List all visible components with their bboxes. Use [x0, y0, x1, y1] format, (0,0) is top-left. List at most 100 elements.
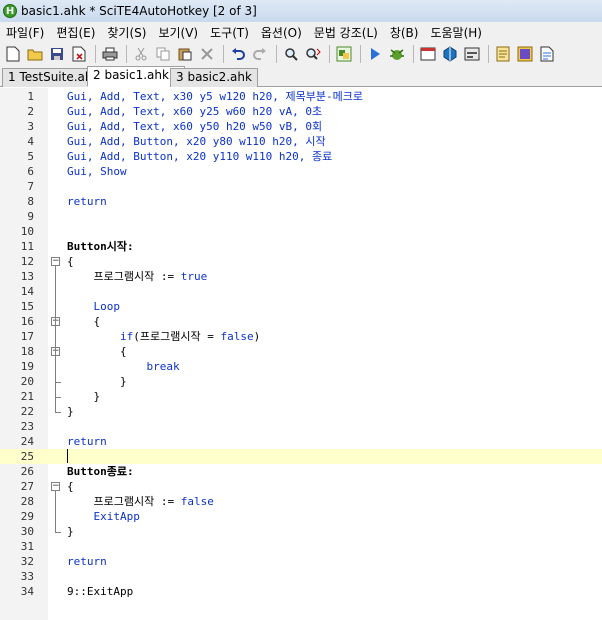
code-line[interactable]: 6 Gui, Show	[0, 164, 602, 179]
menu-item[interactable]: 보기(V)	[152, 24, 204, 41]
code-line[interactable]: 24 return	[0, 434, 602, 449]
line-number: 21	[20, 390, 34, 403]
code-line[interactable]: 14	[0, 284, 602, 299]
line-number: 8	[27, 195, 34, 208]
code-line[interactable]: 31	[0, 539, 602, 554]
code-line[interactable]: 5 Gui, Add, Button, x20 y110 w110 h20, 종료	[0, 149, 602, 164]
fold-end-marker	[55, 412, 61, 413]
run-icon[interactable]	[365, 44, 385, 64]
code-line[interactable]: 16 {	[0, 314, 602, 329]
new-file-icon[interactable]	[3, 44, 23, 64]
code-line[interactable]: 30}	[0, 524, 602, 539]
fold-toggle-icon[interactable]: −	[51, 257, 60, 266]
code-text: Gui, Add, Text, x60 y50 h20 w50 vB, 0회	[67, 120, 323, 133]
keyword-token: false	[220, 330, 254, 343]
code-line[interactable]: 20 }	[0, 374, 602, 389]
code-text: return	[67, 555, 107, 568]
line-number: 9	[27, 210, 34, 223]
line-number: 23	[20, 420, 34, 433]
code-line[interactable]: 15 Loop	[0, 299, 602, 314]
compile-icon[interactable]	[334, 44, 354, 64]
open-folder-icon[interactable]	[25, 44, 45, 64]
redo-icon[interactable]	[250, 44, 270, 64]
toolbar-separator	[95, 45, 96, 63]
code-line[interactable]: 12 {	[0, 254, 602, 269]
code-line[interactable]: 9	[0, 209, 602, 224]
code-text: Gui, Show	[67, 165, 127, 178]
code-text: 9::ExitApp	[67, 585, 134, 598]
close-file-icon[interactable]	[69, 44, 89, 64]
line-number: 29	[20, 510, 34, 523]
settings-window-icon[interactable]	[462, 44, 482, 64]
code-line[interactable]: 18 {	[0, 344, 602, 359]
menu-item[interactable]: 도움말(H)	[424, 24, 488, 41]
line-number: 7	[27, 180, 34, 193]
replace-icon[interactable]	[303, 44, 323, 64]
code-line[interactable]: 29 ExitApp	[0, 509, 602, 524]
text-token: )	[253, 330, 261, 343]
color-picker-icon[interactable]	[440, 44, 460, 64]
copy-icon[interactable]	[153, 44, 173, 64]
doc-icon[interactable]	[537, 44, 557, 64]
menu-item[interactable]: 도구(T)	[204, 24, 255, 41]
code-line[interactable]: 19 break	[0, 359, 602, 374]
code-text: {	[67, 480, 74, 493]
code-line[interactable]: 25	[0, 449, 602, 464]
save-icon[interactable]	[47, 44, 67, 64]
delete-icon[interactable]	[197, 44, 217, 64]
code-line[interactable]: 1 Gui, Add, Text, x30 y5 w120 h20, 제목부분-메…	[0, 89, 602, 104]
code-line[interactable]: 4 Gui, Add, Button, x20 y80 w110 h20, 시작	[0, 134, 602, 149]
line-number: 16	[20, 315, 34, 328]
menu-item[interactable]: 편집(E)	[50, 24, 101, 41]
code-editor[interactable]: 1 Gui, Add, Text, x30 y5 w120 h20, 제목부분-메…	[0, 88, 602, 620]
line-number: 33	[20, 570, 34, 583]
line-number: 4	[27, 135, 34, 148]
line-number: 3	[27, 120, 34, 133]
tab-file[interactable]: 3 basic2.ahk	[170, 68, 258, 87]
window-spy-icon[interactable]	[418, 44, 438, 64]
code-line[interactable]: 2 Gui, Add, Text, x60 y25 w60 h20 vA, 0초	[0, 104, 602, 119]
code-line[interactable]: 28 프로그램시작 := false	[0, 494, 602, 509]
undo-icon[interactable]	[228, 44, 248, 64]
find-icon[interactable]	[281, 44, 301, 64]
code-line[interactable]: 21 }	[0, 389, 602, 404]
menu-item[interactable]: 창(B)	[384, 24, 425, 41]
menu-item[interactable]: 문법 강조(L)	[308, 24, 384, 41]
line-number: 22	[20, 405, 34, 418]
code-line[interactable]: 23	[0, 419, 602, 434]
code-line[interactable]: 26 Button종료:	[0, 464, 602, 479]
paste-icon[interactable]	[175, 44, 195, 64]
code-line[interactable]: 34 9::ExitApp	[0, 584, 602, 599]
print-icon[interactable]	[100, 44, 120, 64]
tab-bar: 1 TestSuite.ahk 2 basic1.ahk * 3 basic2.ah…	[0, 66, 602, 87]
menu-bar: 파일(F) 편집(E) 찾기(S) 보기(V) 도구(T) 옵션(O) 문법 강조(L) 창(…	[0, 22, 602, 42]
fold-end-marker	[55, 532, 61, 533]
code-line[interactable]: 17 if(프로그램시작 = false)	[0, 329, 602, 344]
code-line[interactable]: 33	[0, 569, 602, 584]
line-number: 13	[20, 270, 34, 283]
script-editor-icon[interactable]	[493, 44, 513, 64]
code-line[interactable]: 11 Button시작:	[0, 239, 602, 254]
code-text: Gui, Add, Button, x20 y80 w110 h20, 시작	[67, 135, 326, 148]
code-line[interactable]: 10	[0, 224, 602, 239]
code-line[interactable]: 13 프로그램시작 := true	[0, 269, 602, 284]
code-line[interactable]: 7	[0, 179, 602, 194]
title-bar: H basic1.ahk * SciTE4AutoHotkey [2 of 3]	[0, 0, 602, 22]
debug-icon[interactable]	[387, 44, 407, 64]
line-number: 19	[20, 360, 34, 373]
code-line[interactable]: 32 return	[0, 554, 602, 569]
menu-item[interactable]: 옵션(O)	[255, 24, 308, 41]
menu-item[interactable]: 파일(F)	[0, 24, 50, 41]
line-number: 2	[27, 105, 34, 118]
code-line[interactable]: 3 Gui, Add, Text, x60 y50 h20 w50 vB, 0회	[0, 119, 602, 134]
toolbar-separator	[126, 45, 127, 63]
fold-toggle-icon[interactable]: −	[51, 482, 60, 491]
help-book-icon[interactable]	[515, 44, 535, 64]
cut-icon[interactable]	[131, 44, 151, 64]
code-line[interactable]: 27 {	[0, 479, 602, 494]
code-line[interactable]: 22}	[0, 404, 602, 419]
menu-item[interactable]: 찾기(S)	[101, 24, 152, 41]
code-text: Gui, Add, Text, x60 y25 w60 h20 vA, 0초	[67, 105, 323, 118]
code-line[interactable]: 8 return	[0, 194, 602, 209]
code-text: {	[67, 255, 74, 268]
